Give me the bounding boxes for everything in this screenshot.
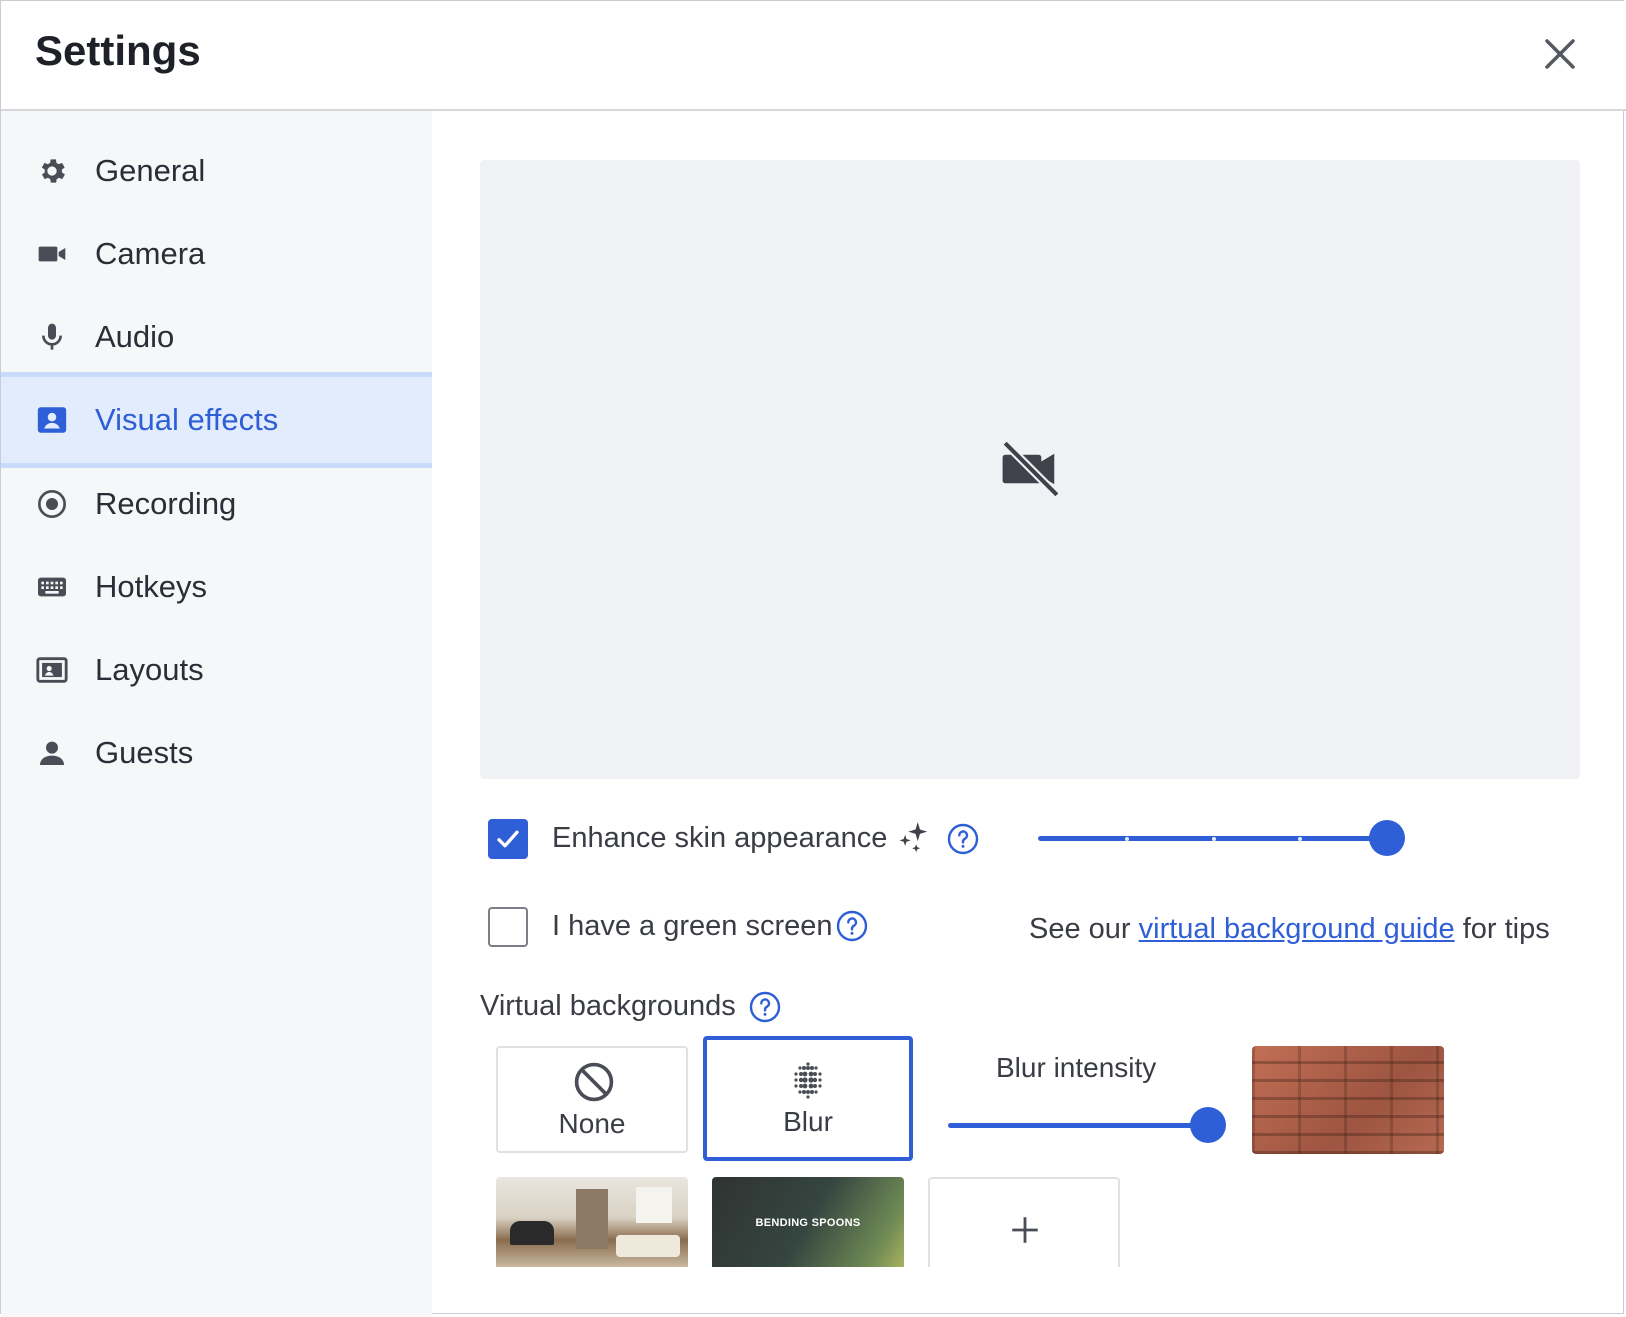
layout-icon (35, 653, 69, 687)
green-screen-help-icon[interactable] (836, 910, 868, 942)
brand-logo-text: BENDING SPOONS (755, 1217, 861, 1229)
background-none-tile[interactable]: None (496, 1046, 688, 1153)
sidebar-item-camera[interactable]: Camera (1, 212, 432, 296)
tips-suffix: for tips (1462, 913, 1550, 945)
virtual-backgrounds-help-icon[interactable] (749, 991, 781, 1023)
sidebar-item-label: Recording (95, 486, 237, 521)
dialog-title: Settings (35, 27, 201, 74)
settings-dialog: Settings General Camera Audio Visual eff… (0, 0, 1626, 1317)
background-brick-wall-tile[interactable] (1252, 1046, 1444, 1154)
sidebar-item-label: Guests (95, 735, 194, 770)
sidebar-item-label: Hotkeys (95, 569, 207, 604)
add-background-button[interactable] (928, 1177, 1120, 1267)
close-button[interactable] (1537, 31, 1583, 77)
green-screen-checkbox[interactable] (488, 907, 528, 947)
sidebar: General Camera Audio Visual effects Reco… (1, 111, 432, 1317)
prohibited-icon (574, 1062, 614, 1102)
sidebar-item-label: Audio (95, 319, 175, 354)
microphone-icon (35, 320, 69, 354)
sidebar-item-label: Camera (95, 236, 206, 271)
green-screen-label: I have a green screen (552, 910, 833, 942)
gear-icon (35, 154, 69, 188)
virtual-backgrounds-label: Virtual backgrounds (480, 990, 736, 1022)
sidebar-item-visual-effects[interactable]: Visual effects (1, 372, 432, 468)
keyboard-icon (35, 570, 69, 604)
room-sofa (616, 1235, 680, 1257)
plus-icon (1012, 1217, 1038, 1243)
enhance-skin-checkbox[interactable] (488, 819, 528, 859)
enhance-skin-label: Enhance skin appearance (552, 822, 888, 854)
room-window (636, 1187, 672, 1223)
sidebar-item-label: General (95, 153, 206, 188)
sidebar-item-audio[interactable]: Audio (1, 295, 432, 379)
sidebar-item-recording[interactable]: Recording (1, 462, 432, 546)
record-icon (35, 487, 69, 521)
sidebar-item-label: Visual effects (95, 402, 279, 437)
checkmark-icon (497, 830, 519, 848)
virtual-background-guide-link[interactable]: virtual background guide (1139, 913, 1455, 945)
room-fireplace (576, 1189, 608, 1249)
camera-preview (480, 160, 1580, 779)
background-brand-tile[interactable]: BENDING SPOONS (712, 1177, 904, 1267)
background-blur-label: Blur (783, 1106, 833, 1137)
blur-intensity-slider-knob[interactable] (1190, 1107, 1226, 1143)
video-camera-icon (35, 237, 69, 271)
virtual-background-tips: See our virtual background guide for tip… (1029, 913, 1550, 946)
background-living-room-tile[interactable] (496, 1177, 688, 1267)
sidebar-item-guests[interactable]: Guests (1, 711, 432, 795)
sidebar-item-label: Layouts (95, 652, 204, 687)
enhance-skin-slider-knob[interactable] (1369, 820, 1405, 856)
sidebar-item-general[interactable]: General (1, 129, 432, 213)
camera-off-icon (1002, 440, 1060, 498)
person-icon (35, 736, 69, 770)
dialog-header: Settings (1, 1, 1626, 111)
background-none-label: None (558, 1108, 626, 1139)
blur-dots-icon (794, 1062, 822, 1099)
person-card-icon (35, 403, 69, 437)
sidebar-item-layouts[interactable]: Layouts (1, 628, 432, 712)
background-blur-tile[interactable]: Blur (703, 1036, 913, 1161)
tips-prefix: See our (1029, 913, 1131, 945)
sparkles-icon (899, 822, 928, 853)
room-piano (510, 1221, 554, 1245)
sidebar-item-hotkeys[interactable]: Hotkeys (1, 545, 432, 629)
close-icon (1545, 39, 1575, 69)
blur-intensity-label: Blur intensity (996, 1052, 1157, 1083)
enhance-skin-help-icon[interactable] (947, 823, 979, 855)
